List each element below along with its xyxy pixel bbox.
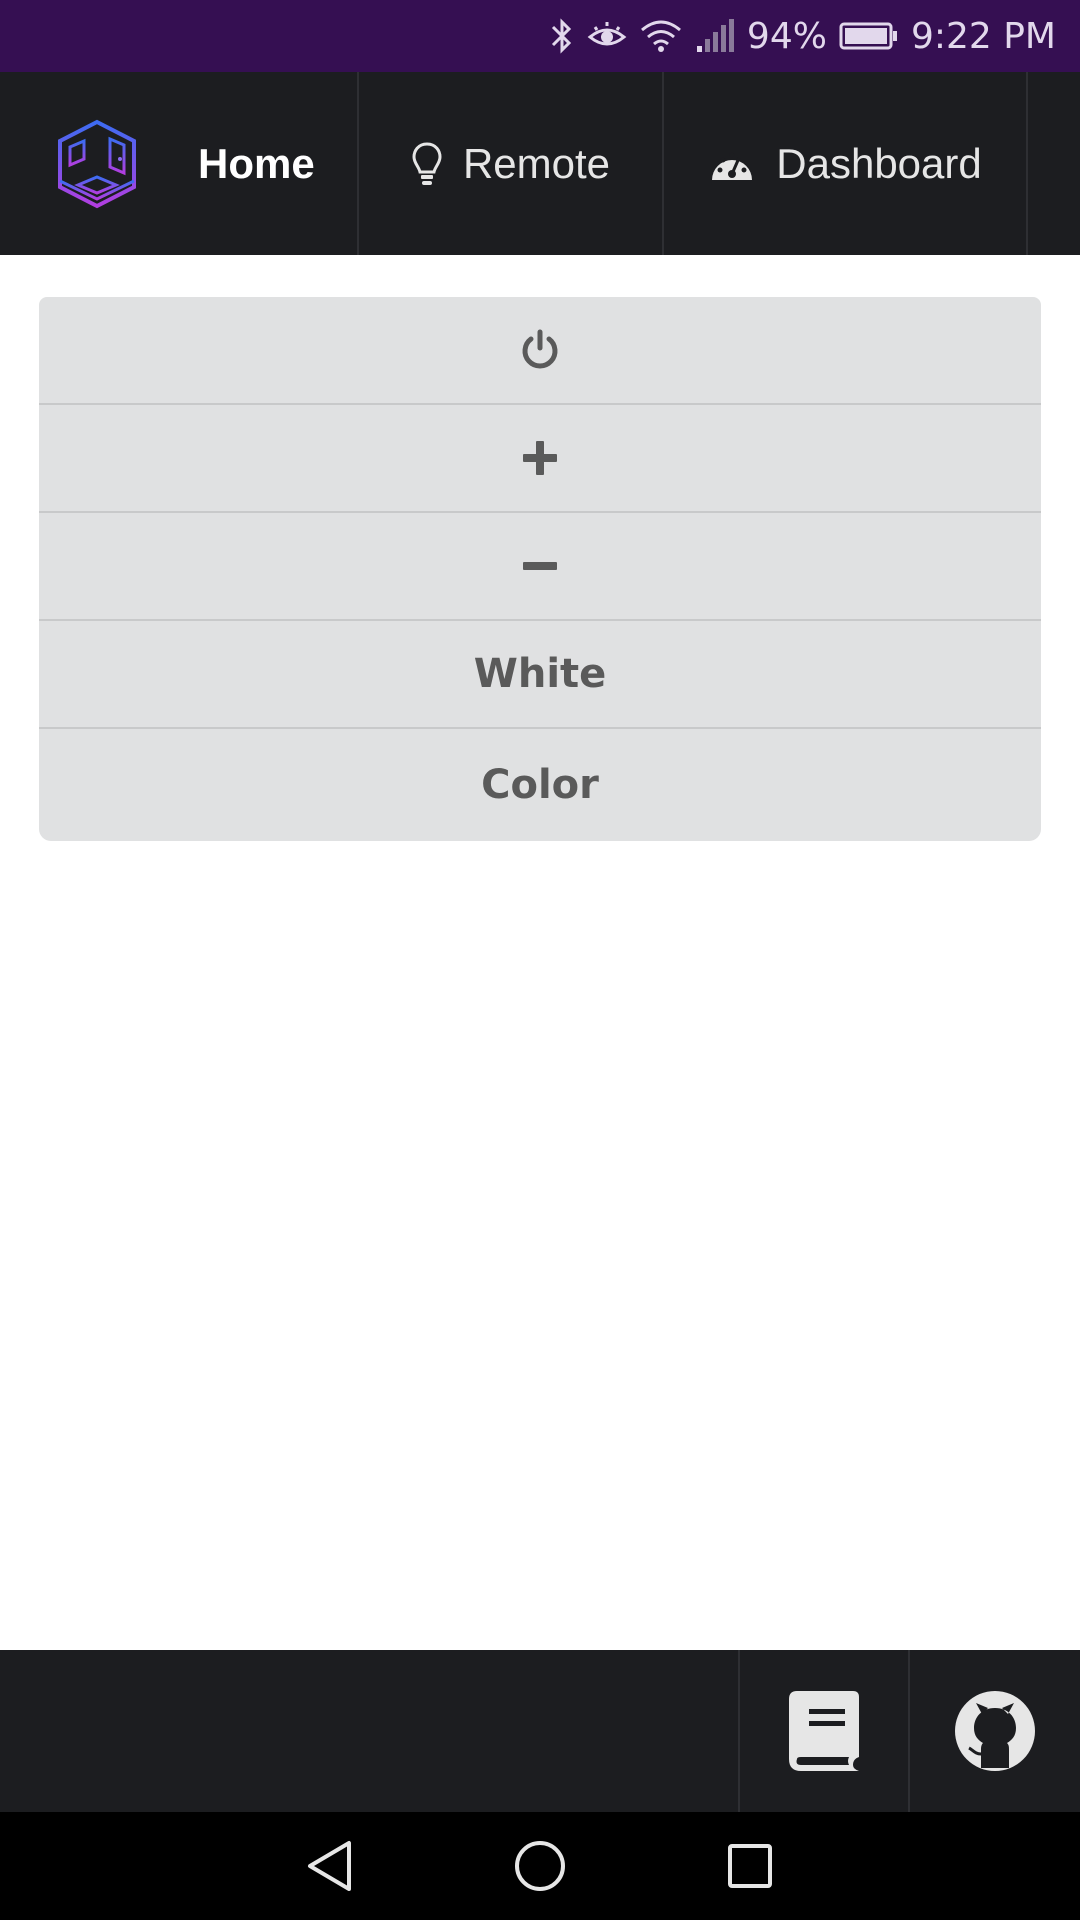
white-button[interactable]: White — [39, 621, 1041, 729]
color-button[interactable]: Color — [39, 729, 1041, 841]
clock: 9:22 PM — [910, 15, 1056, 57]
home-button[interactable] — [510, 1836, 570, 1896]
app-logo — [58, 119, 136, 208]
wifi-icon — [639, 18, 683, 54]
book-icon — [789, 1691, 859, 1771]
brightness-down-button[interactable] — [39, 513, 1041, 621]
android-navigation-bar — [0, 1812, 1080, 1920]
power-button[interactable] — [39, 297, 1041, 405]
top-navigation: Home Remote Dashboard — [0, 72, 1080, 255]
back-icon — [308, 1841, 351, 1891]
nav-home[interactable]: Home — [0, 72, 359, 255]
github-link[interactable] — [908, 1650, 1080, 1812]
battery-percentage: 94% — [746, 15, 827, 57]
eye-icon — [587, 19, 627, 53]
power-icon — [522, 329, 558, 369]
nav-home-label: Home — [198, 139, 315, 187]
nav-remote[interactable]: Remote — [359, 72, 664, 255]
footer — [0, 1650, 1080, 1812]
minus-icon — [523, 562, 557, 570]
brightness-up-button[interactable] — [39, 405, 1041, 513]
signal-icon — [695, 18, 735, 54]
nav-dashboard[interactable]: Dashboard — [664, 72, 1028, 255]
lightbulb-icon — [412, 141, 442, 185]
status-bar: 94% 9:22 PM — [0, 0, 1080, 72]
plus-icon — [523, 441, 557, 475]
recents-button[interactable] — [720, 1836, 780, 1896]
battery-icon — [839, 21, 899, 51]
nav-remote-label: Remote — [462, 139, 611, 187]
github-icon — [955, 1691, 1035, 1771]
docs-link[interactable] — [738, 1650, 908, 1812]
dashboard-gauge-icon — [712, 152, 753, 180]
light-control-buttons: White Color — [39, 297, 1041, 841]
home-circle-icon — [515, 1841, 565, 1891]
bluetooth-icon — [549, 16, 575, 56]
recents-icon — [728, 1844, 772, 1888]
nav-dashboard-label: Dashboard — [776, 139, 982, 187]
back-button[interactable] — [300, 1836, 360, 1896]
